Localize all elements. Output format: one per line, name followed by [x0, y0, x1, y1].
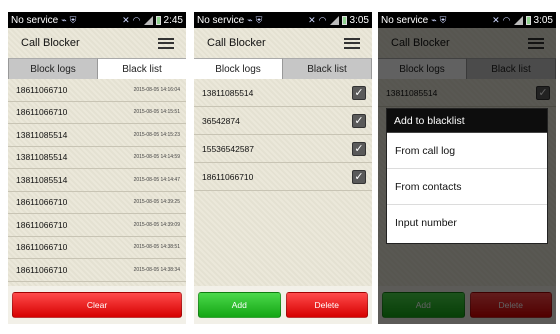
phone-number: 18611066710 — [16, 264, 68, 275]
table-row[interactable]: 18611066710 2015-08-05 14:15:51 — [8, 102, 186, 124]
signal-icon — [143, 15, 153, 25]
table-row[interactable]: 13811085514 2015-08-05 14:14:59 — [8, 147, 186, 169]
battery-icon — [341, 15, 347, 25]
list-item[interactable]: 13811085514 ✓ — [194, 79, 372, 107]
phone-number: 18611066710 — [16, 219, 68, 230]
usb-icon: ⌁ — [247, 14, 253, 25]
timestamp: 2015-08-05 14:14:59 — [133, 154, 180, 161]
option-from-contacts[interactable]: From contacts — [387, 169, 547, 205]
table-row[interactable]: 18611066710 2015-08-05 14:39:25 — [8, 192, 186, 214]
usb-icon: ⌁ — [431, 14, 437, 25]
mute-icon: ✕ — [308, 14, 316, 25]
block-log-list: 18611066710 2015-08-05 14:16:04 1861106671… — [8, 79, 186, 282]
list-item[interactable]: 36542874 ✓ — [194, 107, 372, 135]
battery-icon — [525, 15, 531, 25]
tab-black-list[interactable]: Black list — [98, 58, 186, 79]
signal-icon — [329, 15, 339, 25]
clock: 3:05 — [533, 14, 553, 26]
checkbox[interactable]: ✓ — [352, 85, 366, 100]
table-row[interactable]: 18611066710 2015-08-05 14:16:04 — [8, 79, 186, 102]
wifi-icon: ◠ — [132, 14, 141, 25]
timestamp: 2015-08-05 14:15:51 — [133, 109, 180, 116]
table-row[interactable]: 13811085514 2015-08-05 14:15:23 — [8, 124, 186, 147]
checkbox[interactable]: ✓ — [352, 141, 366, 156]
tab-block-logs[interactable]: Block logs — [194, 58, 282, 79]
status-bar: No service ⌁ ⛨ ✕ ◠ 2:45 — [8, 12, 186, 28]
timestamp: 2015-08-05 14:39:09 — [133, 221, 180, 228]
timestamp: 2015-08-05 14:38:51 — [133, 244, 180, 251]
tab-bar: Block logs Black list — [8, 58, 186, 79]
table-row[interactable]: 13811085514 2015-08-05 14:14:47 — [8, 169, 186, 192]
delete-button[interactable]: Delete — [285, 292, 368, 318]
phone-number: 18611066710 — [16, 242, 68, 253]
signal-icon — [513, 15, 523, 25]
clock: 3:05 — [349, 14, 369, 26]
phone-number: 18611066710 — [16, 197, 68, 208]
tab-black-list[interactable]: Black list — [282, 58, 372, 79]
phone-number: 36542874 — [202, 115, 240, 126]
table-row[interactable]: 18611066710 2015-08-05 14:38:51 — [8, 237, 186, 259]
phone-number: 13811085514 — [202, 87, 254, 98]
timestamp: 2015-08-05 14:16:04 — [133, 86, 180, 93]
bottom-bar: Clear — [8, 286, 186, 324]
app-title: Call Blocker — [207, 37, 266, 49]
clear-button[interactable]: Clear — [12, 292, 182, 318]
dialog-title: Add to blacklist — [387, 109, 547, 133]
carrier-text: No service — [11, 14, 59, 26]
status-bar: No service ⌁ ⛨ ✕ ◠ 3:05 — [378, 12, 556, 28]
phone-number: 13811085514 — [16, 152, 68, 163]
action-bar: Call Blocker — [194, 28, 372, 58]
bottom-bar: Add Delete — [194, 286, 372, 324]
menu-icon[interactable] — [344, 37, 360, 49]
list-item[interactable]: 15536542587 ✓ — [194, 135, 372, 163]
shield-icon: ⛨ — [439, 14, 447, 25]
option-from-call-log[interactable]: From call log — [387, 133, 547, 169]
phone-number: 13811085514 — [16, 174, 68, 185]
phone-number: 15536542587 — [202, 143, 255, 154]
phone-number: 18611066710 — [16, 107, 68, 118]
timestamp: 2015-08-05 14:38:34 — [133, 266, 180, 273]
wifi-icon: ◠ — [318, 14, 327, 25]
phone-screen-block-logs: No service ⌁ ⛨ ✕ ◠ 2:45 Call Blocker Blo… — [8, 12, 186, 324]
list-item[interactable]: 18611066710 ✓ — [194, 163, 372, 191]
checkbox[interactable]: ✓ — [352, 113, 366, 128]
black-list: 13811085514 ✓ 36542874 ✓ 15536542587 ✓ 1861106… — [194, 79, 372, 191]
option-input-number[interactable]: Input number — [387, 205, 547, 241]
tab-block-logs[interactable]: Block logs — [8, 58, 98, 79]
table-row[interactable]: 18611066710 2015-08-05 14:39:09 — [8, 214, 186, 237]
checkbox[interactable]: ✓ — [352, 169, 366, 184]
app-title: Call Blocker — [21, 37, 80, 49]
mute-icon: ✕ — [492, 14, 500, 25]
carrier-text: No service — [381, 14, 429, 26]
tab-bar: Block logs Black list — [194, 58, 372, 79]
shield-icon: ⛨ — [69, 14, 77, 25]
carrier-text: No service — [197, 14, 245, 26]
battery-icon — [155, 15, 161, 25]
usb-icon: ⌁ — [61, 14, 67, 25]
wifi-icon: ◠ — [502, 14, 511, 25]
phone-screen-add-dialog: No service ⌁ ⛨ ✕ ◠ 3:05 Call Blocker Blo… — [378, 12, 556, 324]
menu-icon[interactable] — [158, 37, 174, 49]
add-button[interactable]: Add — [198, 292, 281, 318]
status-bar: No service ⌁ ⛨ ✕ ◠ 3:05 — [194, 12, 372, 28]
action-bar: Call Blocker — [8, 28, 186, 58]
timestamp: 2015-08-05 14:39:25 — [133, 199, 180, 206]
timestamp: 2015-08-05 14:15:23 — [133, 131, 180, 138]
mute-icon: ✕ — [122, 14, 130, 25]
add-to-blacklist-dialog: Add to blacklist From call log From cont… — [386, 108, 548, 244]
timestamp: 2015-08-05 14:14:47 — [133, 176, 180, 183]
table-row[interactable]: 18611066710 2015-08-05 14:38:34 — [8, 259, 186, 282]
clock: 2:45 — [163, 14, 183, 26]
shield-icon: ⛨ — [255, 14, 263, 25]
phone-number: 18611066710 — [202, 171, 254, 182]
phone-screen-black-list: No service ⌁ ⛨ ✕ ◠ 3:05 Call Blocker Blo… — [194, 12, 372, 324]
phone-number: 13811085514 — [16, 129, 68, 140]
phone-number: 18611066710 — [16, 84, 68, 95]
